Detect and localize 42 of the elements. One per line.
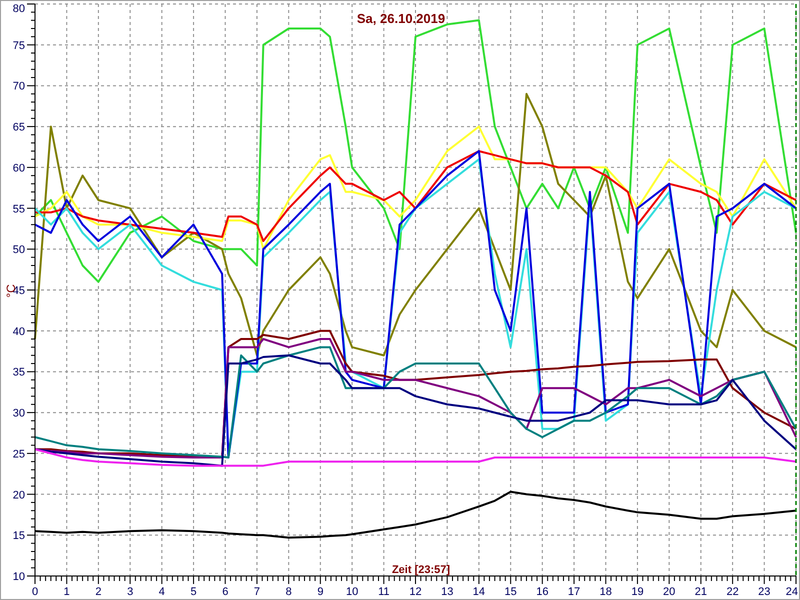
x-tick-label: 20 [663, 586, 676, 598]
x-tick-label: 11 [378, 586, 390, 598]
y-tick-label: 80 [12, 3, 25, 15]
x-tick-label: 12 [409, 586, 422, 598]
x-tick-label: 9 [317, 586, 324, 598]
x-tick-label: 0 [32, 586, 38, 598]
y-tick-label: 70 [12, 80, 25, 93]
x-tick-label: 5 [190, 586, 197, 598]
x-tick-label: 6 [222, 586, 228, 598]
x-tick-label: 24 [786, 586, 798, 598]
x-tick-label: 22 [726, 586, 739, 598]
x-tick-label: 19 [631, 586, 644, 598]
x-tick-label: 13 [441, 586, 454, 598]
y-tick-label: 65 [12, 122, 25, 134]
y-tick-label: 10 [12, 571, 25, 583]
x-tick-label: 23 [758, 586, 770, 598]
x-tick-label: 15 [504, 586, 517, 598]
x-tick-label: 7 [254, 586, 260, 598]
y-tick-label: 50 [12, 244, 25, 256]
x-tick-label: 1 [64, 586, 70, 598]
y-tick-label: 25 [12, 448, 25, 460]
x-tick-label: 4 [158, 586, 165, 598]
y-tick-label: 60 [12, 162, 25, 174]
y-tick-label: 45 [12, 285, 25, 297]
x-tick-label: 3 [127, 586, 134, 598]
x-axis-title: Zeit [23:57] [392, 564, 450, 576]
chart-title: Sa, 26.10.2019 [356, 11, 446, 26]
x-tick-label: 18 [600, 586, 612, 598]
x-tick-label: 8 [286, 586, 292, 598]
y-tick-label: 40 [12, 326, 25, 338]
y-tick-label: 75 [12, 40, 25, 52]
y-tick-label: 30 [12, 408, 25, 420]
x-tick-label: 17 [568, 586, 580, 598]
x-tick-label: 14 [472, 586, 486, 598]
x-tick-label: 10 [346, 586, 358, 598]
x-tick-label: 16 [536, 586, 548, 598]
y-tick-label: 15 [12, 530, 25, 542]
y-tick-label: 55 [12, 203, 25, 216]
x-tick-label: 2 [95, 586, 102, 598]
x-tick-label: 21 [694, 586, 707, 598]
y-tick-label: 35 [12, 366, 25, 379]
y-tick-label: 20 [12, 489, 25, 502]
